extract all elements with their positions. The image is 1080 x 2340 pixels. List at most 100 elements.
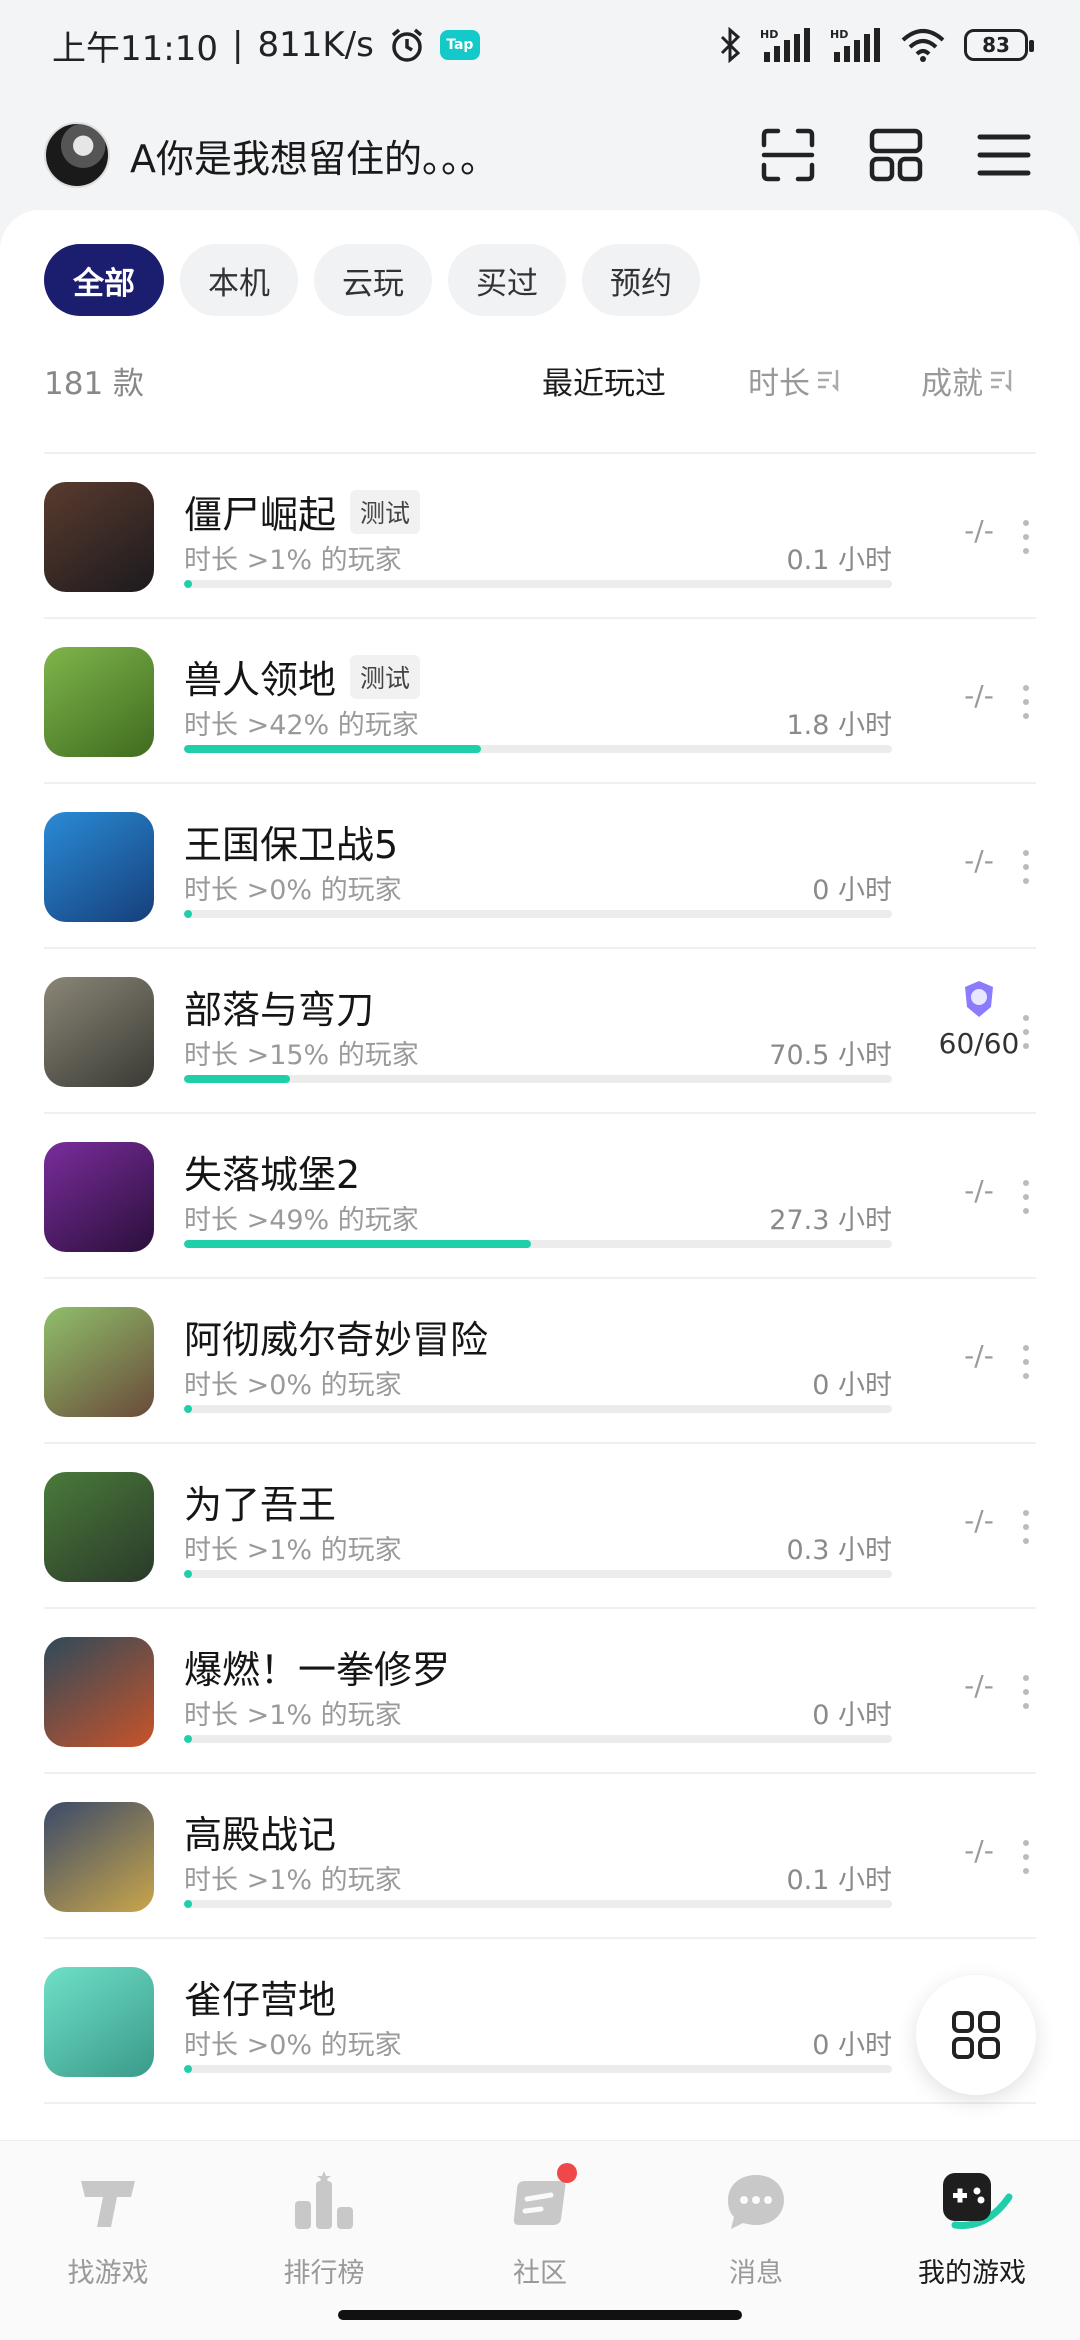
more-options-icon[interactable] bbox=[1020, 1180, 1032, 1214]
achievement-count: -/- bbox=[964, 514, 994, 547]
game-title: 雀仔营地 bbox=[184, 1978, 337, 2022]
alarm-icon bbox=[391, 28, 422, 62]
message-icon bbox=[728, 2175, 784, 2229]
more-options-icon[interactable] bbox=[1020, 520, 1032, 554]
sort-duration-button[interactable]: 时长 bbox=[748, 358, 842, 403]
game-icon[interactable] bbox=[44, 1637, 154, 1747]
game-title: 爆燃！一拳修罗 bbox=[184, 1648, 451, 1692]
more-options-icon[interactable] bbox=[1020, 850, 1032, 884]
filter-chip-purchased[interactable]: 买过 bbox=[448, 244, 566, 316]
game-icon[interactable] bbox=[44, 1307, 154, 1417]
achievement-count: -/- bbox=[964, 679, 994, 712]
game-icon[interactable] bbox=[44, 977, 154, 1087]
grid-layout-icon bbox=[869, 128, 923, 182]
playtime-hours: 0 小时 bbox=[812, 2030, 892, 2061]
game-icon[interactable] bbox=[44, 1802, 154, 1912]
game-name[interactable]: 失落城堡2 bbox=[184, 1144, 360, 1199]
sort-recent-button[interactable]: 最近玩过 bbox=[542, 358, 666, 403]
game-title: 阿彻威尔奇妙冒险 bbox=[184, 1318, 489, 1362]
signal-icon: HD bbox=[760, 28, 810, 62]
more-options-icon[interactable] bbox=[1020, 1510, 1032, 1544]
playtime-hours: 0.1 小时 bbox=[786, 545, 892, 576]
game-name[interactable]: 爆燃！一拳修罗 bbox=[184, 1639, 450, 1694]
game-name[interactable]: 雀仔营地 bbox=[184, 1969, 336, 2024]
game-title: 失落城堡2 bbox=[184, 1153, 361, 1197]
scan-button[interactable] bbox=[756, 123, 820, 187]
filter-chip-cloud[interactable]: 云玩 bbox=[314, 244, 432, 316]
more-options-icon[interactable] bbox=[1020, 1675, 1032, 1709]
tab-find-games[interactable]: 找游戏 bbox=[0, 2167, 216, 2290]
game-icon[interactable] bbox=[44, 647, 154, 757]
game-row[interactable]: 兽人领地 测试 时长 >42% 的玩家 1.8 小时 -/- bbox=[44, 619, 1036, 784]
wifi-icon bbox=[901, 29, 945, 62]
progress-fill bbox=[184, 1735, 192, 1743]
game-row[interactable]: 雀仔营地 时长 >0% 的玩家 0 小时 bbox=[44, 1939, 1036, 2104]
game-icon[interactable] bbox=[44, 812, 154, 922]
game-icon[interactable] bbox=[44, 1142, 154, 1252]
progress-fill bbox=[184, 1570, 192, 1578]
playtime-progress-bar bbox=[184, 1900, 892, 1908]
game-name[interactable]: 兽人领地 测试 bbox=[184, 649, 421, 704]
username[interactable]: A你是我想留住的。。。 bbox=[130, 128, 498, 183]
game-row[interactable]: 阿彻威尔奇妙冒险 时长 >0% 的玩家 0 小时 -/- bbox=[44, 1279, 1036, 1444]
avatar[interactable] bbox=[44, 122, 110, 188]
game-name[interactable]: 阿彻威尔奇妙冒险 bbox=[184, 1309, 488, 1364]
svg-text:HD: HD bbox=[760, 28, 778, 41]
playtime-progress-bar bbox=[184, 910, 892, 918]
game-row[interactable]: 失落城堡2 时长 >49% 的玩家 27.3 小时 -/- bbox=[44, 1114, 1036, 1279]
playtime-percentile: 时长 >15% 的玩家 bbox=[184, 1040, 419, 1071]
filter-chip-local[interactable]: 本机 bbox=[180, 244, 298, 316]
achievement-trophy-icon bbox=[965, 981, 993, 1017]
menu-button[interactable] bbox=[972, 123, 1036, 187]
sort-icon bbox=[991, 370, 1012, 393]
filter-chip-all[interactable]: 全部 bbox=[44, 244, 164, 316]
game-row[interactable]: 部落与弯刀 时长 >15% 的玩家 70.5 小时 60/60 bbox=[44, 949, 1036, 1114]
playtime-progress-bar bbox=[184, 580, 892, 588]
game-icon[interactable] bbox=[44, 482, 154, 592]
sort-bar: 181 款 最近玩过 时长 成就 bbox=[44, 350, 1036, 410]
playtime-progress-bar bbox=[184, 745, 892, 753]
layout-toggle-button[interactable] bbox=[864, 123, 928, 187]
game-name[interactable]: 部落与弯刀 bbox=[184, 979, 374, 1034]
progress-fill bbox=[184, 1900, 192, 1908]
progress-fill bbox=[184, 1075, 291, 1083]
game-name[interactable]: 为了吾王 bbox=[184, 1474, 336, 1529]
game-name[interactable]: 僵尸崛起 测试 bbox=[184, 484, 421, 539]
game-row[interactable]: 爆燃！一拳修罗 时长 >1% 的玩家 0 小时 -/- bbox=[44, 1609, 1036, 1774]
playtime-hours: 0.3 小时 bbox=[786, 1535, 892, 1566]
tab-messages[interactable]: 消息 bbox=[648, 2167, 864, 2290]
game-name[interactable]: 高殿战记 bbox=[184, 1804, 336, 1859]
test-tag: 测试 bbox=[350, 489, 421, 534]
game-icon[interactable] bbox=[44, 1967, 154, 2077]
tap-logo-icon bbox=[81, 2181, 135, 2227]
game-icon[interactable] bbox=[44, 1472, 154, 1582]
svg-text:HD: HD bbox=[830, 28, 848, 41]
sort-achievement-button[interactable]: 成就 bbox=[921, 358, 1015, 403]
filter-chip-reserved[interactable]: 预约 bbox=[582, 244, 700, 316]
more-options-icon[interactable] bbox=[1020, 1345, 1032, 1379]
tab-rankings[interactable]: 排行榜 bbox=[216, 2167, 432, 2290]
tab-community[interactable]: 社区 bbox=[432, 2163, 648, 2290]
playtime-hours: 70.5 小时 bbox=[769, 1040, 892, 1071]
game-row[interactable]: 王国保卫战5 时长 >0% 的玩家 0 小时 -/- bbox=[44, 784, 1036, 949]
achievement-count: -/- bbox=[964, 1669, 994, 1702]
filter-chips: 全部 本机 云玩 买过 预约 bbox=[44, 244, 700, 316]
more-options-icon[interactable] bbox=[1020, 1840, 1032, 1874]
game-row[interactable]: 为了吾王 时长 >1% 的玩家 0.3 小时 -/- bbox=[44, 1444, 1036, 1609]
playtime-percentile: 时长 >42% 的玩家 bbox=[184, 710, 419, 741]
game-name[interactable]: 王国保卫战5 bbox=[184, 814, 398, 869]
more-options-icon[interactable] bbox=[1020, 1015, 1032, 1049]
quick-grid-button[interactable] bbox=[916, 1975, 1036, 2095]
game-title: 高殿战记 bbox=[184, 1813, 337, 1857]
tab-my-games[interactable]: 我的游戏 bbox=[864, 2167, 1080, 2290]
scan-icon bbox=[761, 128, 815, 182]
bluetooth-icon bbox=[720, 27, 741, 63]
home-indicator bbox=[338, 2310, 742, 2320]
game-title: 部落与弯刀 bbox=[184, 988, 375, 1032]
playtime-percentile: 时长 >1% 的玩家 bbox=[184, 545, 402, 576]
playtime-hours: 27.3 小时 bbox=[769, 1205, 892, 1236]
game-row[interactable]: 高殿战记 时长 >1% 的玩家 0.1 小时 -/- bbox=[44, 1774, 1036, 1939]
game-row[interactable]: 僵尸崛起 测试时长 >1% 的玩家 0.1 小时 -/- bbox=[44, 454, 1036, 619]
more-options-icon[interactable] bbox=[1020, 685, 1032, 719]
status-time: 上午11:10 bbox=[52, 28, 218, 69]
